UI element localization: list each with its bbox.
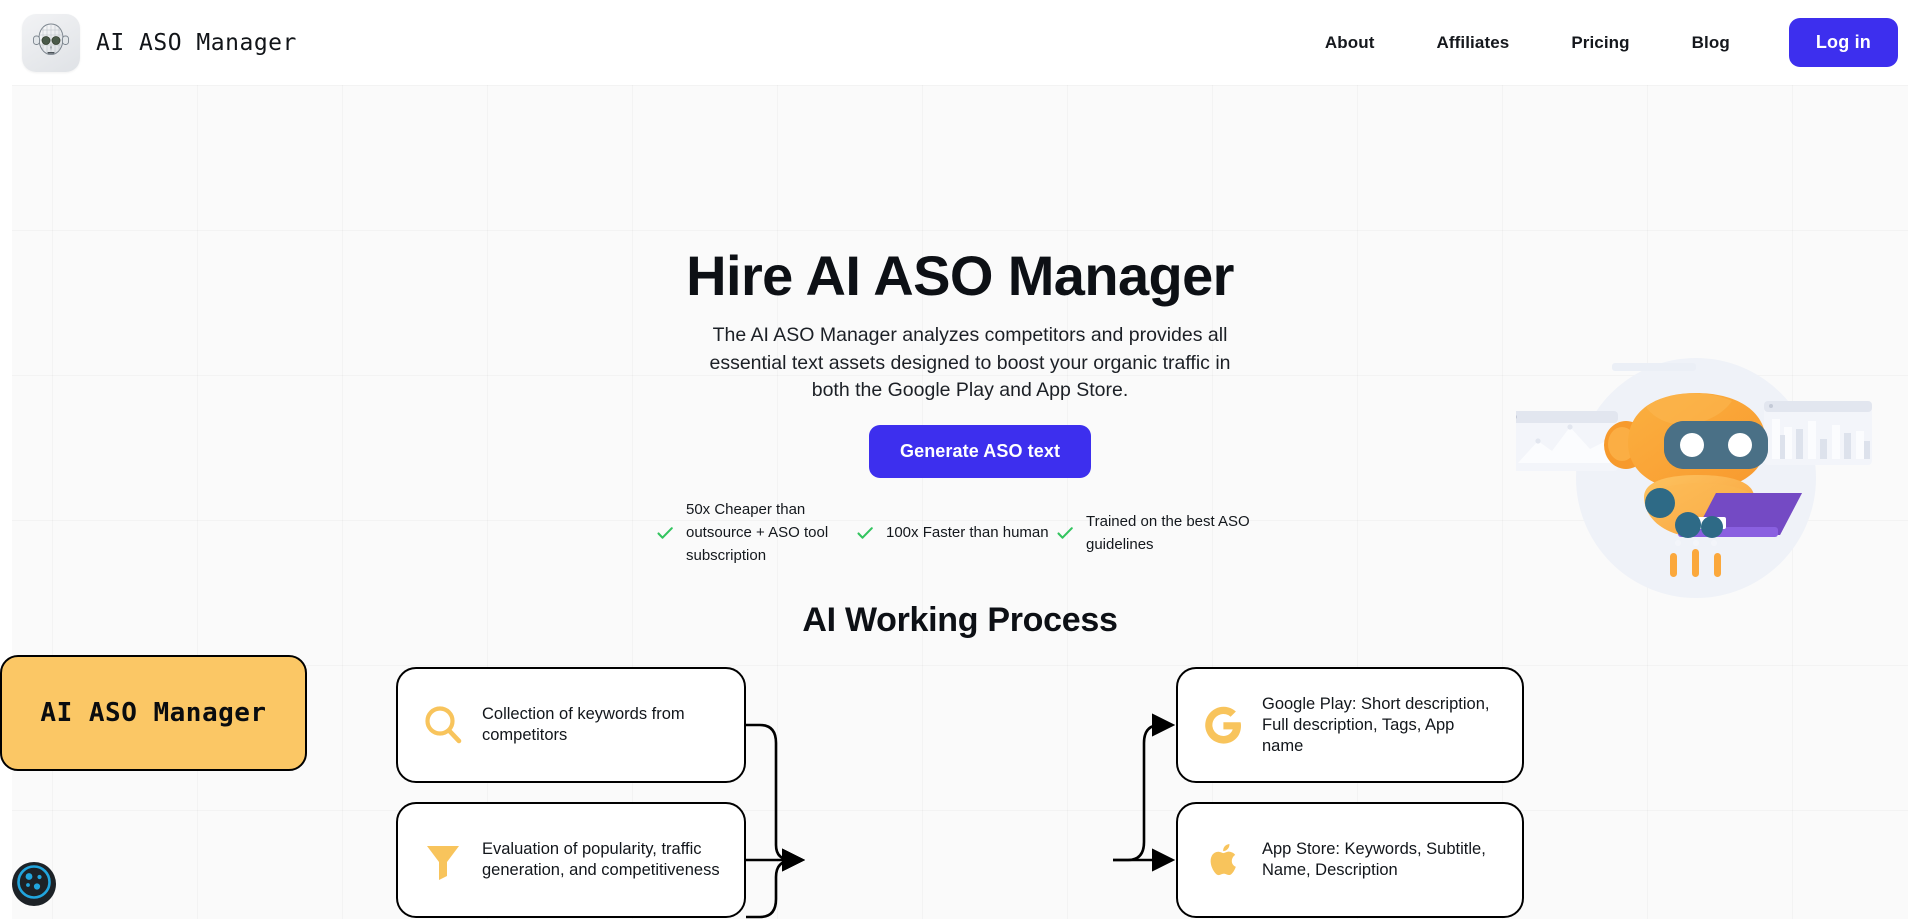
process-node-google-play: Google Play: Short description, Full des…: [1176, 667, 1524, 783]
nav-link-blog[interactable]: Blog: [1661, 33, 1761, 53]
check-icon: [655, 523, 675, 543]
nav-link-about[interactable]: About: [1294, 33, 1406, 53]
generate-aso-text-button[interactable]: Generate ASO text: [869, 425, 1092, 478]
apple-icon: [1200, 837, 1246, 883]
process-diagram: Collection of keywords from competitors …: [0, 655, 1920, 919]
process-node-label: Collection of keywords from competitors: [482, 705, 685, 744]
robot-with-laptop-illustration: [1508, 345, 1876, 610]
main-nav: About Affiliates Pricing Blog Log in: [1294, 18, 1920, 67]
process-title: AI Working Process: [802, 601, 1118, 639]
check-icon: [855, 523, 875, 543]
site-header: AI ASO Manager About Affiliates Pricing …: [0, 0, 1920, 85]
page-root: AI ASO Manager About Affiliates Pricing …: [0, 0, 1920, 919]
feature-label: Trained on the best ASO guidelines: [1086, 512, 1250, 553]
brand-name: AI ASO Manager: [96, 29, 297, 56]
nav-link-pricing[interactable]: Pricing: [1540, 33, 1660, 53]
process-node-evaluation: Evaluation of popularity, traffic genera…: [396, 802, 746, 918]
feature-item: 100x Faster than human: [855, 498, 1055, 567]
process-node-center: AI ASO Manager: [0, 655, 307, 771]
login-button[interactable]: Log in: [1788, 18, 1898, 67]
feature-label: 100x Faster than human: [886, 524, 1049, 541]
google-play-g-icon: [1200, 702, 1246, 748]
process-node-label: Evaluation of popularity, traffic genera…: [482, 840, 720, 879]
process-node-label: App Store: Keywords, Subtitle, Name, Des…: [1262, 840, 1486, 879]
process-node-label: Google Play: Short description, Full des…: [1262, 694, 1490, 755]
funnel-icon: [420, 837, 466, 883]
check-icon: [1055, 523, 1075, 543]
hero-title: Hire AI ASO Manager: [686, 244, 1234, 307]
feature-item: 50x Cheaper than outsource + ASO tool su…: [655, 498, 855, 567]
hero-subtitle: The AI ASO Manager analyzes competitors …: [709, 324, 1231, 401]
cookie-icon: [15, 863, 53, 906]
nav-link-affiliates[interactable]: Affiliates: [1406, 33, 1541, 53]
feature-item: Trained on the best ASO guidelines: [1055, 498, 1255, 567]
process-node-app-store: App Store: Keywords, Subtitle, Name, Des…: [1176, 802, 1524, 918]
feature-label: 50x Cheaper than outsource + ASO tool su…: [686, 501, 829, 564]
brand[interactable]: AI ASO Manager: [22, 13, 297, 72]
process-node-keywords: Collection of keywords from competitors: [396, 667, 746, 783]
robot-head-icon: [22, 13, 80, 72]
hero-feature-list: 50x Cheaper than outsource + ASO tool su…: [655, 498, 1275, 567]
cookie-settings-button[interactable]: [12, 862, 56, 906]
process-center-label: AI ASO Manager: [40, 698, 267, 728]
magnifier-icon: [420, 702, 466, 748]
